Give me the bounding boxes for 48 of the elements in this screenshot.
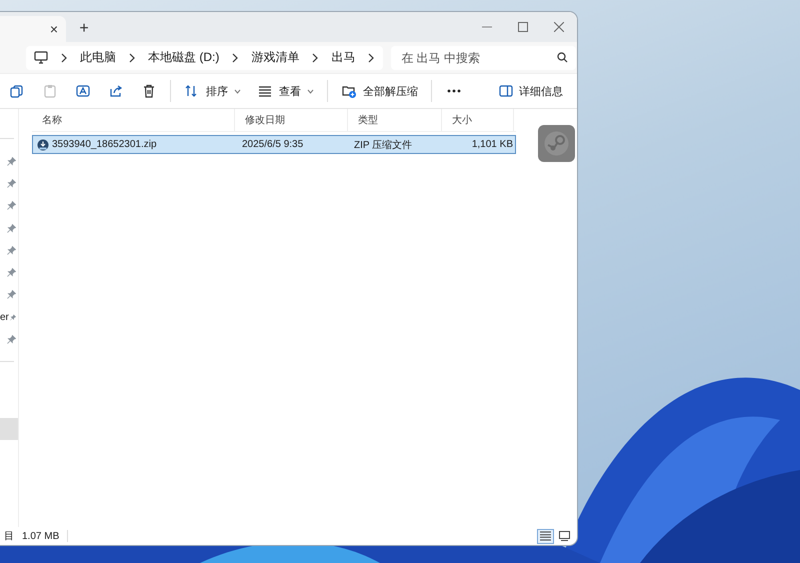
file-name: 3593940_18652301.zip [52,139,157,150]
breadcrumb-item[interactable]: 游戏清单 [251,49,300,66]
breadcrumb-item[interactable]: 此电脑 [80,49,116,66]
search-icon [557,52,568,63]
rename-icon [74,83,90,99]
sort-button[interactable]: 排序 [176,77,249,105]
view-button[interactable]: 查看 [249,77,322,105]
chevron-icon [311,52,320,62]
tiles-view-button[interactable] [556,528,573,544]
column-header[interactable]: 名称 [32,109,235,131]
copy-icon [8,83,24,99]
monitor-icon [34,51,48,64]
minimize-icon [482,26,492,28]
caret-icon [307,88,314,94]
file-type: ZIP 压缩文件 [353,138,414,152]
window-tab[interactable]: × [0,16,66,42]
close-icon [554,22,564,32]
chevron-icon [367,52,376,62]
chevron-icon [231,52,240,62]
column-header[interactable]: 类型 [348,109,442,131]
chevron-icon [128,52,136,62]
maximize-icon [518,22,528,32]
search-field[interactable]: 在 出马 中搜索 [399,50,558,66]
caret-icon [234,88,241,94]
details-pane-icon [499,85,513,97]
extract-button[interactable]: 全部解压缩 [333,77,426,105]
chevron-icon [60,52,68,62]
column-header[interactable]: 修改日期 [235,109,348,131]
details-button[interactable]: 详细信息 [491,77,571,105]
file-row[interactable]: 3593940_18652301.zip 2025/6/5 9:35 ZIP 压缩文件 1,101 KB [32,135,516,154]
selection-size-text: 1.07 MB [22,530,60,542]
share-icon [108,83,124,99]
close-tab-button[interactable]: × [50,21,58,37]
modified-date: 2025/6/5 9:35 [241,138,304,152]
column-header[interactable]: 大小 [442,109,514,131]
address-bar[interactable]: 此电脑 本地磁盘 (D:) 游戏清单 出马 [26,46,384,70]
more-icon [446,89,460,93]
search-box[interactable]: 在 出马 中搜索 [391,46,576,70]
item-count-text: 目 [4,530,14,543]
new-tab-button[interactable]: + [66,16,102,42]
nav-item-label[interactable]: er [0,312,9,323]
details-view-button[interactable] [537,528,554,544]
paste-icon [42,83,58,99]
archive-file-icon [37,138,49,150]
steam-logo-icon [538,125,575,162]
file-size: 1,101 KB [470,138,514,152]
breadcrumb-item[interactable]: 本地磁盘 (D:) [148,49,220,66]
breadcrumb-item[interactable]: 出马 [331,49,356,66]
